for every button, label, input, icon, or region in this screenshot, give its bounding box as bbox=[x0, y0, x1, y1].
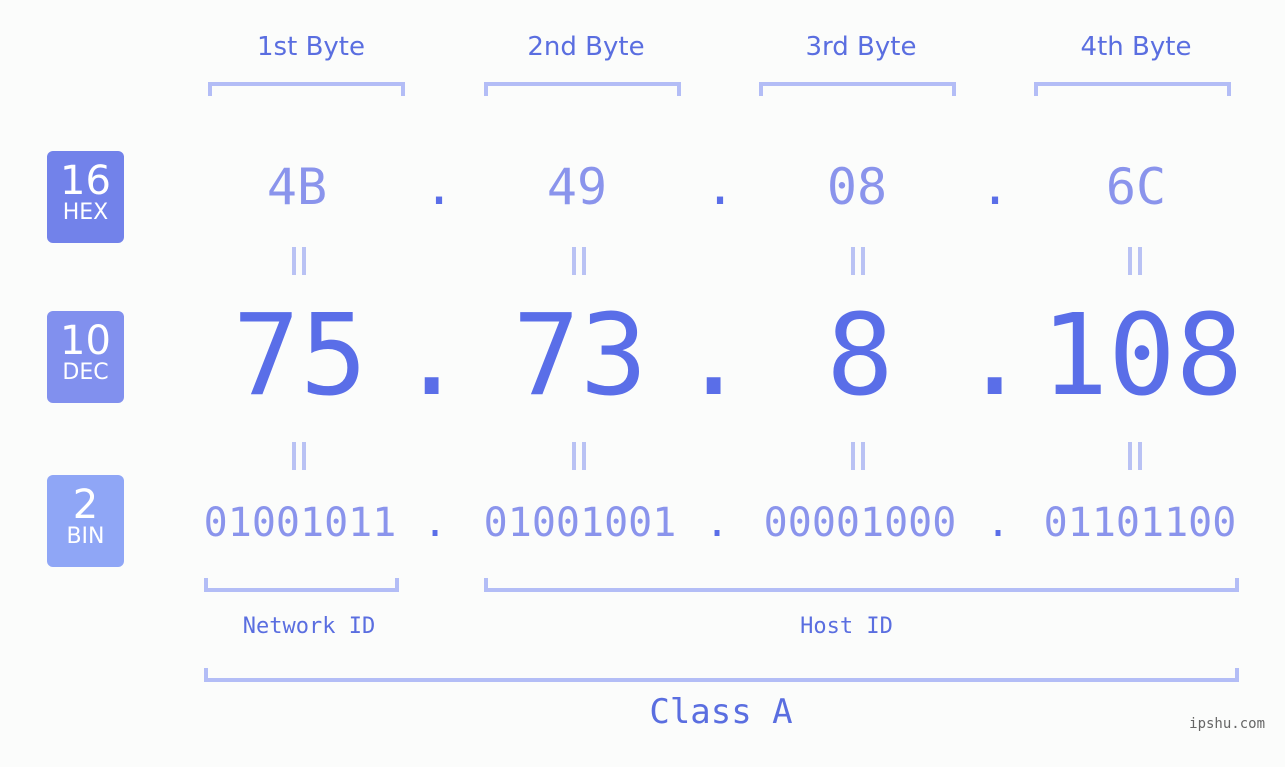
watermark: ipshu.com bbox=[1189, 716, 1265, 732]
bin-badge: 2 BIN bbox=[47, 475, 124, 567]
network-id-label: Network ID bbox=[242, 614, 376, 639]
bin-separator-1: . bbox=[423, 500, 448, 546]
byte-header-4: 4th Byte bbox=[1080, 32, 1192, 62]
hex-base-number: 16 bbox=[60, 158, 111, 204]
equals-icon bbox=[851, 247, 865, 275]
hex-value-2: 49 bbox=[546, 158, 608, 216]
dec-separator-1: . bbox=[398, 291, 466, 421]
bin-separator-3: . bbox=[986, 500, 1011, 546]
hex-separator-1: . bbox=[424, 158, 455, 216]
bin-separator-2: . bbox=[705, 500, 730, 546]
byte-header-2: 2nd Byte bbox=[527, 32, 645, 62]
bin-value-4: 01101100 bbox=[1043, 500, 1237, 546]
bin-base-label: BIN bbox=[66, 524, 105, 549]
byte-bracket-1 bbox=[208, 82, 405, 96]
host-id-label: Host ID bbox=[800, 614, 893, 639]
equals-icon bbox=[1128, 442, 1142, 470]
bin-value-2: 01001001 bbox=[483, 500, 677, 546]
dec-value-2: 73 bbox=[512, 291, 648, 421]
bin-value-1: 01001011 bbox=[203, 500, 397, 546]
hex-separator-3: . bbox=[980, 158, 1011, 216]
equals-icon bbox=[1128, 247, 1142, 275]
dec-base-label: DEC bbox=[62, 360, 109, 385]
hex-value-1: 4B bbox=[266, 158, 328, 216]
dec-separator-3: . bbox=[961, 291, 1029, 421]
byte-bracket-4 bbox=[1034, 82, 1231, 96]
hex-separator-2: . bbox=[705, 158, 736, 216]
class-bracket bbox=[204, 668, 1239, 682]
equals-icon bbox=[851, 442, 865, 470]
byte-bracket-2 bbox=[484, 82, 681, 96]
dec-badge: 10 DEC bbox=[47, 311, 124, 403]
equals-icon bbox=[292, 442, 306, 470]
class-label: Class A bbox=[649, 692, 793, 732]
dec-value-4: 108 bbox=[1040, 291, 1244, 421]
equals-icon bbox=[292, 247, 306, 275]
byte-header-3: 3rd Byte bbox=[805, 32, 917, 62]
byte-bracket-3 bbox=[759, 82, 956, 96]
equals-icon bbox=[572, 442, 586, 470]
equals-icon bbox=[572, 247, 586, 275]
hex-base-label: HEX bbox=[62, 200, 109, 225]
hex-badge: 16 HEX bbox=[47, 151, 124, 243]
dec-separator-2: . bbox=[680, 291, 748, 421]
network-id-bracket bbox=[204, 578, 399, 592]
host-id-bracket bbox=[484, 578, 1239, 592]
bin-base-number: 2 bbox=[72, 482, 99, 528]
byte-header-1: 1st Byte bbox=[257, 32, 365, 62]
hex-value-4: 6C bbox=[1105, 158, 1167, 216]
dec-base-number: 10 bbox=[60, 318, 111, 364]
bin-value-3: 00001000 bbox=[763, 500, 957, 546]
hex-value-3: 08 bbox=[826, 158, 888, 216]
dec-value-3: 8 bbox=[826, 291, 894, 421]
